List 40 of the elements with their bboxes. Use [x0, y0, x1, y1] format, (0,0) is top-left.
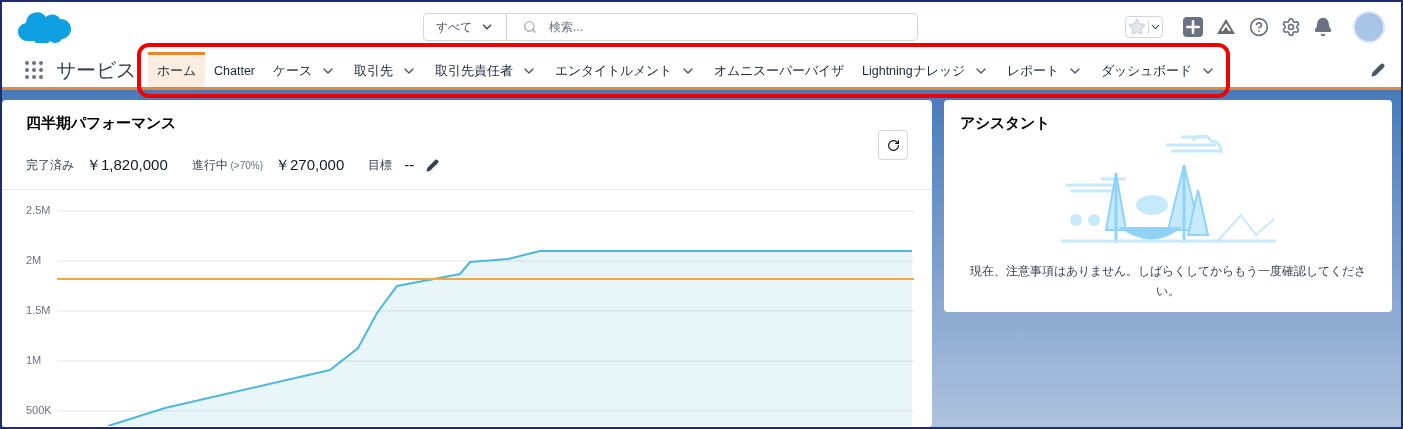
edit-icon[interactable] — [1371, 62, 1385, 77]
search-icon — [523, 20, 537, 34]
mountain-icon[interactable] — [1215, 17, 1237, 37]
y-axis-label: 1.5M — [26, 304, 51, 316]
y-axis-label: 2M — [26, 254, 42, 266]
nav-tab[interactable]: レポート — [997, 52, 1092, 87]
nav-tab[interactable]: 取引先 — [345, 52, 426, 87]
app-name: サービス — [56, 57, 136, 83]
add-icon[interactable] — [1183, 17, 1203, 37]
edit-icon[interactable] — [426, 158, 440, 172]
stat-label: 完了済み — [26, 157, 74, 174]
card-title: アシスタント — [960, 113, 1050, 133]
nav-tab[interactable]: Lightningナレッジ — [853, 52, 998, 87]
refresh-button[interactable] — [878, 130, 908, 160]
y-axis-label: 500K — [26, 404, 52, 416]
nav-tab[interactable]: ダッシュボード — [1091, 52, 1225, 87]
nav-tab[interactable]: エンタイトルメント — [546, 52, 705, 87]
caret-icon — [1148, 20, 1162, 34]
search-field[interactable]: すべて 検索... — [423, 13, 918, 41]
nav-tab[interactable]: オムニスーパーバイザ — [705, 52, 853, 87]
stat-value: ￥270,000 — [275, 155, 345, 175]
y-axis-label: 2.5M — [26, 204, 51, 216]
nav-tab[interactable]: ケース — [264, 52, 345, 87]
stat-label: 進行中 (>70%) — [191, 157, 264, 174]
nav-tab[interactable]: 取引先責任者 — [426, 52, 546, 87]
card-title: 四半期パフォーマンス — [26, 113, 176, 133]
stat-label: 目標 — [368, 157, 393, 174]
search-scope-dropdown[interactable]: すべて — [424, 14, 507, 40]
stat-value: ￥1,820,000 — [86, 155, 168, 175]
nav-tab[interactable]: Chatter — [205, 52, 264, 87]
refresh-icon — [886, 138, 900, 152]
settings-icon[interactable] — [1281, 17, 1301, 37]
y-axis-label: 1M — [26, 354, 42, 366]
help-icon[interactable] — [1249, 17, 1269, 37]
stat-value: -- — [404, 155, 415, 175]
bell-icon[interactable] — [1313, 17, 1333, 37]
star-icon — [1128, 18, 1146, 36]
search-input[interactable]: 検索... — [549, 19, 901, 35]
assistant-message: 現在、注意事項はありません。しばらくしてからもう一度確認してください。 — [969, 262, 1367, 300]
nav-tab[interactable]: ホーム — [148, 52, 205, 87]
